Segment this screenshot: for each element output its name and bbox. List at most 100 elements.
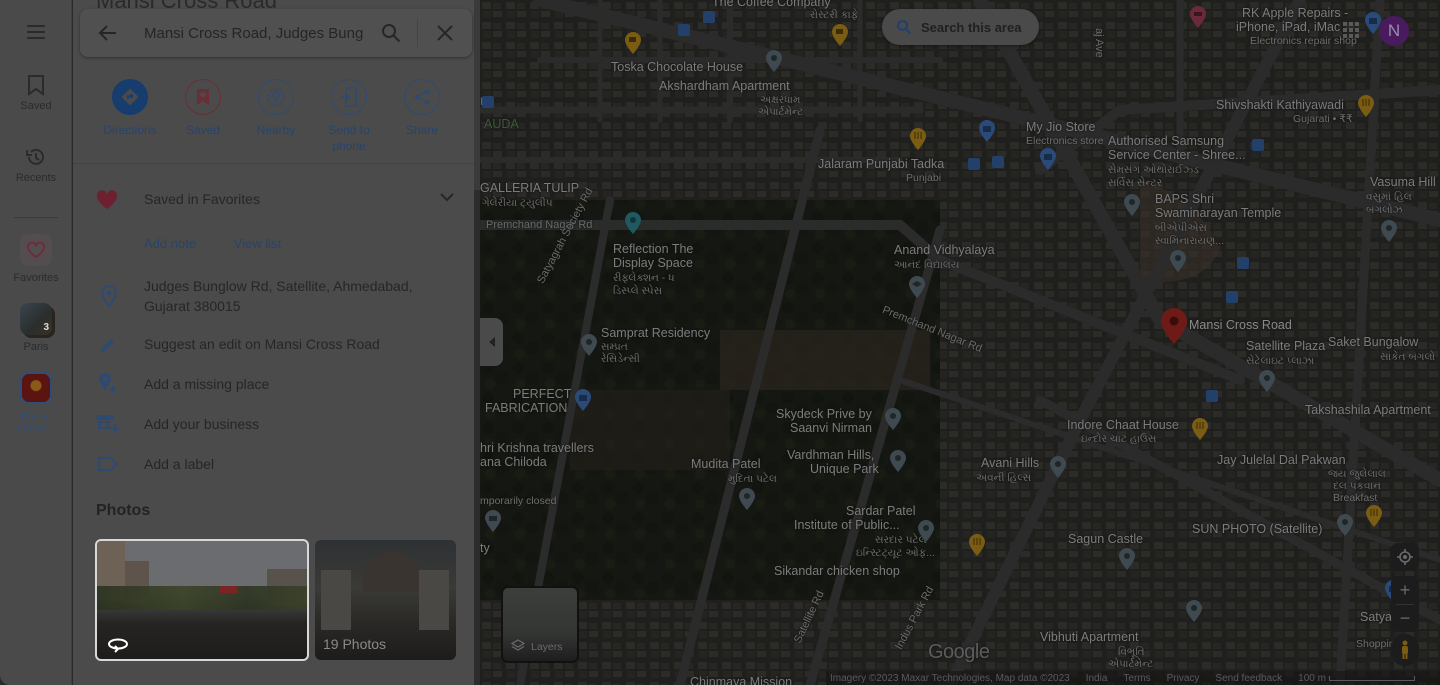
back-arrow-icon[interactable] — [97, 22, 119, 44]
map-label[interactable]: Jay Julelal Dal Pakwan — [1217, 453, 1346, 467]
place-pin-icon[interactable] — [1186, 600, 1202, 622]
map-label[interactable]: Vardhman Hills, — [787, 448, 874, 462]
shopping-pin-icon[interactable] — [979, 120, 995, 142]
search-input[interactable] — [144, 21, 364, 45]
suggest-edit-row[interactable]: Suggest an edit on Mansi Cross Road — [96, 334, 456, 354]
map-label[interactable]: Takshashila Apartment — [1305, 403, 1431, 417]
art-gallery-pin-icon[interactable] — [625, 212, 641, 234]
school-pin-icon[interactable] — [909, 276, 925, 298]
map-label[interactable]: ty — [480, 541, 490, 555]
bus-stop-icon[interactable] — [992, 156, 1004, 168]
place-pin-icon[interactable] — [1259, 370, 1275, 392]
bus-stop-icon[interactable] — [968, 158, 980, 170]
map-label[interactable]: Vibhuti Apartment — [1040, 630, 1138, 644]
map-label[interactable]: Saket Bungalow — [1328, 335, 1418, 349]
map-label[interactable]: GALLERIA TULIP — [480, 181, 579, 195]
map-label[interactable]: hri Krishna travellers — [480, 441, 594, 455]
map-label[interactable]: Sardar Patel — [846, 504, 915, 518]
street-view-pegman[interactable] — [1391, 634, 1419, 666]
bus-stop-icon[interactable] — [1237, 257, 1249, 269]
place-pin-icon[interactable] — [1124, 194, 1140, 216]
map-label[interactable]: Mudita Patel — [691, 457, 760, 471]
map-label[interactable]: Skydeck Prive by — [776, 407, 872, 421]
map-label[interactable]: Swaminarayan Temple — [1155, 206, 1281, 220]
shopping-pin-icon[interactable] — [1040, 148, 1056, 170]
map-label[interactable]: Akshardham Apartment — [659, 79, 790, 93]
street-view-photo[interactable] — [95, 539, 309, 661]
map-label[interactable]: Samprat Residency — [601, 326, 710, 340]
restaurant-pin-icon[interactable] — [969, 534, 985, 556]
map-label[interactable]: Indore Chaat House — [1067, 418, 1179, 432]
map-label[interactable]: Chinmaya Mission — [690, 675, 792, 685]
rail-recents-button[interactable]: Recents — [0, 146, 72, 185]
share-button[interactable]: Share — [386, 79, 458, 154]
map-label[interactable]: BAPS Shri — [1155, 192, 1214, 206]
restaurant-pin-icon[interactable] — [1366, 505, 1382, 527]
map-label[interactable]: Reflection The — [613, 242, 693, 256]
search-icon[interactable] — [380, 22, 402, 44]
selected-place-label[interactable]: Mansi Cross Road — [1189, 318, 1292, 332]
chevron-down-icon[interactable] — [440, 192, 454, 202]
bus-stop-icon[interactable] — [678, 24, 690, 36]
add-note-link[interactable]: Add note — [144, 236, 196, 251]
send-to-phone-button[interactable]: Send to phone — [313, 79, 385, 154]
search-this-area-button[interactable]: Search this area — [882, 9, 1039, 45]
map-label[interactable]: Institute of Public... — [794, 518, 900, 532]
rail-paris-button[interactable]: 3 Paris — [0, 303, 72, 354]
map-label[interactable]: Saanvi Nirman — [790, 421, 872, 435]
directions-button[interactable]: Directions — [94, 79, 166, 154]
bus-stop-icon[interactable] — [1206, 390, 1218, 402]
nearby-button[interactable]: Nearby — [240, 79, 312, 154]
place-pin-icon[interactable] — [1381, 220, 1397, 242]
map-label[interactable]: RK Apple Repairs - — [1242, 6, 1348, 20]
map-label[interactable]: Service Center - Shree... — [1108, 148, 1246, 162]
view-list-link[interactable]: View list — [234, 236, 281, 251]
collapse-panel-button[interactable] — [480, 318, 503, 366]
terms-link[interactable]: Terms — [1123, 673, 1150, 684]
map-label[interactable]: Satellite Plaza — [1246, 339, 1325, 353]
map-label[interactable]: ana Chiloda — [480, 455, 547, 469]
zoom-out-button[interactable]: − — [1391, 605, 1419, 632]
saved-button[interactable]: Saved — [167, 79, 239, 154]
map-label[interactable]: Sagun Castle — [1068, 532, 1143, 546]
place-pin-icon[interactable] — [766, 50, 782, 72]
scale-bar[interactable]: 100 m — [1298, 673, 1415, 684]
mail-pin-icon[interactable] — [485, 510, 501, 532]
rail-favorites-button[interactable]: Favorites — [0, 234, 72, 285]
map-label[interactable]: My Jio Store — [1026, 120, 1095, 134]
add-label-row[interactable]: Add a label — [96, 454, 456, 474]
place-pin-icon[interactable] — [1119, 548, 1135, 570]
rail-mansi-button[interactable]: Mansi Cross... — [0, 372, 72, 436]
map-label[interactable]: FABRICATION — [485, 401, 567, 415]
my-location-button[interactable] — [1391, 543, 1419, 571]
map-label[interactable]: Vasuma Hill — [1370, 175, 1436, 189]
place-pin-icon[interactable] — [918, 520, 934, 542]
photos-gallery-tile[interactable]: 19 Photos — [315, 540, 456, 660]
zoom-in-button[interactable]: + — [1391, 576, 1419, 604]
menu-button[interactable] — [0, 24, 72, 44]
place-pin-icon[interactable] — [581, 334, 597, 356]
send-feedback-link[interactable]: Send feedback — [1215, 673, 1282, 684]
map-label[interactable]: Avani Hills — [981, 456, 1039, 470]
map-label[interactable]: SUN PHOTO (Satellite) — [1192, 522, 1322, 536]
address-row[interactable]: Judges Bunglow Rd, Satellite, Ahmedabad,… — [96, 276, 456, 316]
account-avatar[interactable]: N — [1379, 16, 1409, 46]
apps-grid-icon[interactable] — [1343, 22, 1359, 38]
bus-stop-icon[interactable] — [482, 96, 494, 108]
place-pin-icon[interactable] — [1050, 456, 1066, 478]
map-label[interactable]: PERFECT — [513, 387, 571, 401]
restaurant-pin-icon[interactable] — [1358, 95, 1374, 117]
map-label[interactable]: Display Space — [613, 256, 693, 270]
map-label[interactable]: Anand Vidhyalaya — [894, 243, 995, 257]
add-missing-place-row[interactable]: Add a missing place — [96, 374, 456, 394]
map-label[interactable]: Toska Chocolate House — [611, 60, 743, 74]
rail-saved-button[interactable]: Saved — [0, 74, 72, 113]
map-label[interactable]: Jalaram Punjabi Tadka — [818, 157, 944, 171]
hotel-pin-icon[interactable] — [1190, 6, 1206, 28]
add-business-row[interactable]: Add your business — [96, 414, 456, 434]
privacy-link[interactable]: Privacy — [1167, 673, 1200, 684]
saved-list-row[interactable]: Saved in Favorites — [96, 188, 456, 212]
shopping-pin-icon[interactable] — [575, 389, 591, 411]
bus-stop-icon[interactable] — [1226, 291, 1238, 303]
cafe-pin-icon[interactable] — [625, 32, 641, 54]
